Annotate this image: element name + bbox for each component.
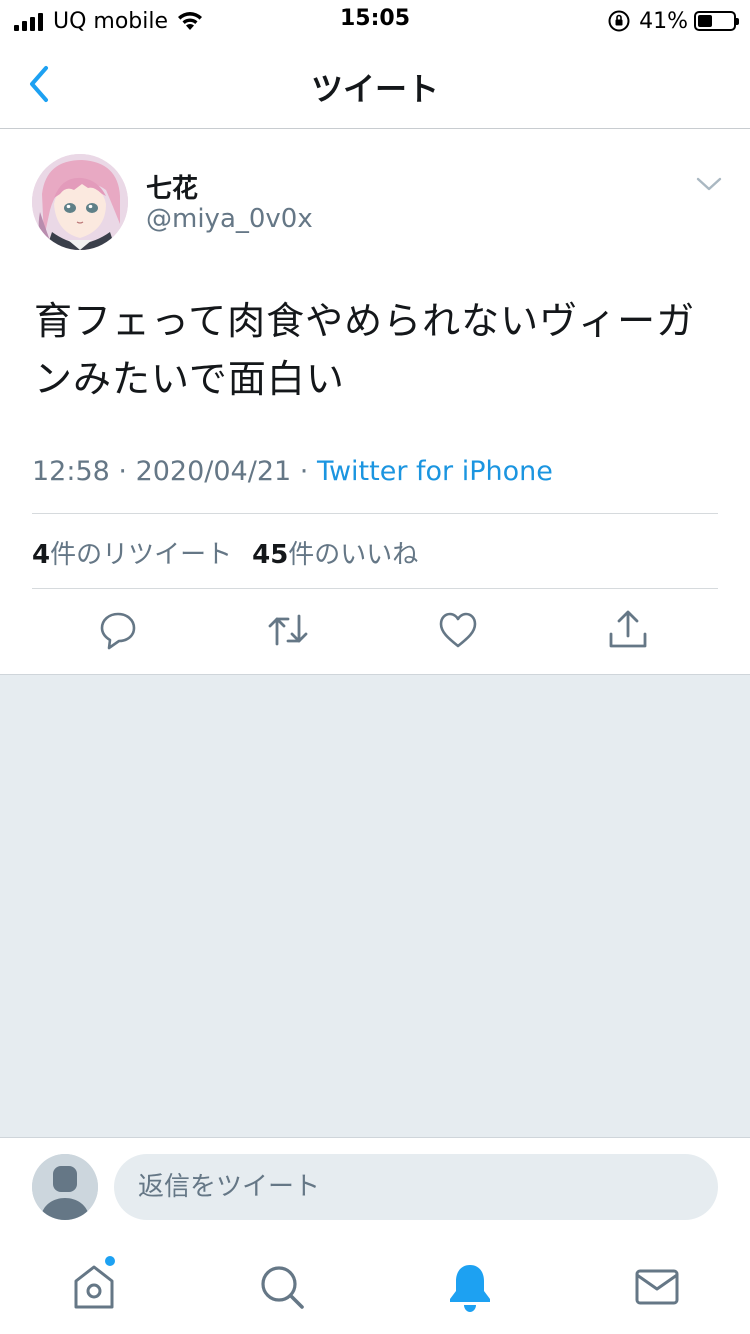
tab-notifications[interactable] — [440, 1257, 500, 1317]
empty-replies-area — [0, 674, 750, 1137]
tweet-stats: 4件のリツイート 45件のいいね — [32, 534, 418, 571]
tab-home[interactable] — [64, 1255, 124, 1317]
reply-input[interactable] — [114, 1154, 718, 1220]
retweet-label: 件のリツイート — [50, 540, 233, 570]
avatar[interactable] — [32, 154, 128, 250]
retweet-button[interactable] — [258, 608, 318, 652]
like-label: 件のいいね — [288, 540, 419, 570]
default-avatar-icon — [32, 1154, 98, 1220]
user-display-name[interactable]: 七花 — [146, 168, 198, 205]
navigation-bar: ツイート — [0, 40, 750, 129]
share-button[interactable] — [598, 608, 658, 652]
home-notification-dot — [104, 1255, 116, 1267]
tweet-detail: 七花 @miya_0v0x 育フェって肉食やめられないヴィーガンみたいで面白い … — [0, 130, 750, 674]
status-bar-right: 41% — [607, 8, 739, 34]
status-bar: UQ mobile 15:05 41% — [0, 0, 750, 40]
meta-separator: · — [291, 456, 317, 487]
home-icon — [74, 1265, 114, 1309]
like-count: 45 — [252, 540, 289, 570]
retweet-stat[interactable]: 4件のリツイート — [32, 540, 232, 570]
battery-level — [698, 15, 712, 27]
orientation-lock-icon — [608, 10, 630, 32]
reply-button[interactable] — [88, 608, 148, 652]
retweet-icon — [268, 614, 308, 646]
meta-separator: · — [109, 456, 136, 487]
battery-percent: 41% — [639, 8, 688, 34]
tweet-options-button[interactable] — [694, 172, 724, 196]
share-icon — [609, 610, 647, 648]
heart-icon — [439, 612, 477, 648]
chevron-down-icon — [696, 177, 722, 191]
reply-bar — [0, 1137, 750, 1237]
avatar-illustration — [32, 154, 128, 250]
divider — [32, 513, 718, 514]
page-title: ツイート — [310, 70, 439, 108]
tweet-text: 育フェって肉食やめられないヴィーガンみたいで面白い — [34, 299, 696, 401]
divider — [32, 588, 718, 589]
tweet-actions — [0, 608, 750, 672]
like-button[interactable] — [428, 608, 488, 652]
user-handle[interactable]: @miya_0v0x — [146, 204, 313, 234]
tab-bar — [0, 1237, 750, 1334]
retweet-count: 4 — [32, 540, 51, 570]
tab-search[interactable] — [252, 1257, 312, 1317]
bell-icon — [450, 1265, 490, 1312]
reply-icon — [100, 612, 136, 650]
tweet-date: 2020/04/21 — [135, 456, 292, 487]
tweet-time: 12:58 — [32, 456, 110, 487]
my-avatar[interactable] — [32, 1154, 98, 1220]
search-icon — [261, 1266, 304, 1309]
like-stat[interactable]: 45件のいいね — [252, 540, 418, 570]
tab-messages[interactable] — [627, 1257, 687, 1317]
mail-icon — [635, 1269, 679, 1305]
battery-icon — [694, 11, 739, 31]
tweet-metadata: 12:58 · 2020/04/21 · Twitter for iPhone — [32, 456, 553, 487]
tweet-source-link[interactable]: Twitter for iPhone — [317, 456, 553, 487]
